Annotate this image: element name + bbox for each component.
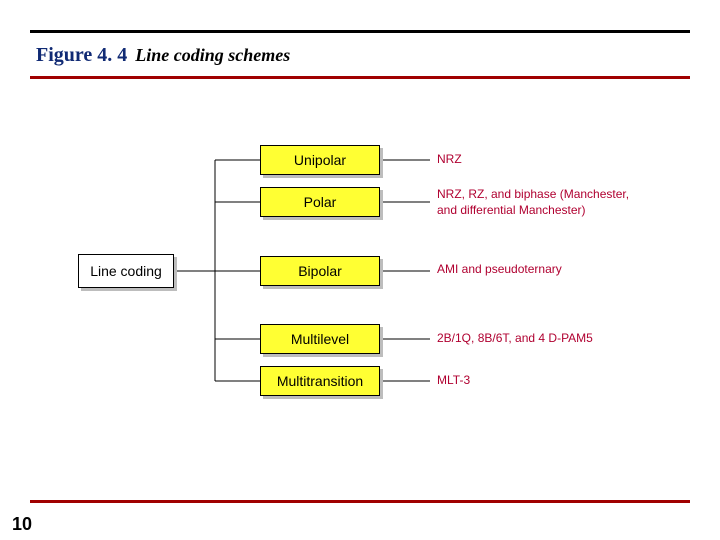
page-number: 10 <box>12 514 32 535</box>
category-desc-polar-line2: and differential Manchester) <box>437 203 586 217</box>
category-desc-multilevel: 2B/1Q, 8B/6T, and 4 D-PAM5 <box>437 331 593 345</box>
category-box-bipolar: Bipolar <box>260 256 380 286</box>
category-desc-bipolar: AMI and pseudoternary <box>437 262 562 276</box>
category-box-unipolar: Unipolar <box>260 145 380 175</box>
category-label: Multitransition <box>277 373 363 389</box>
rule-bottom-red <box>30 500 690 503</box>
category-box-polar: Polar <box>260 187 380 217</box>
category-desc-unipolar: NRZ <box>437 152 462 166</box>
category-label: Unipolar <box>294 152 346 168</box>
category-label: Polar <box>304 194 337 210</box>
root-label: Line coding <box>90 263 162 279</box>
category-box-multitransition: Multitransition <box>260 366 380 396</box>
category-desc-multitransition: MLT-3 <box>437 373 470 387</box>
diagram: Line coding Unipolar Polar Bipolar Multi… <box>0 0 720 540</box>
category-label: Multilevel <box>291 331 349 347</box>
category-label: Bipolar <box>298 263 342 279</box>
root-box: Line coding <box>78 254 174 288</box>
category-box-multilevel: Multilevel <box>260 324 380 354</box>
category-desc-polar-line1: NRZ, RZ, and biphase (Manchester, <box>437 187 629 201</box>
